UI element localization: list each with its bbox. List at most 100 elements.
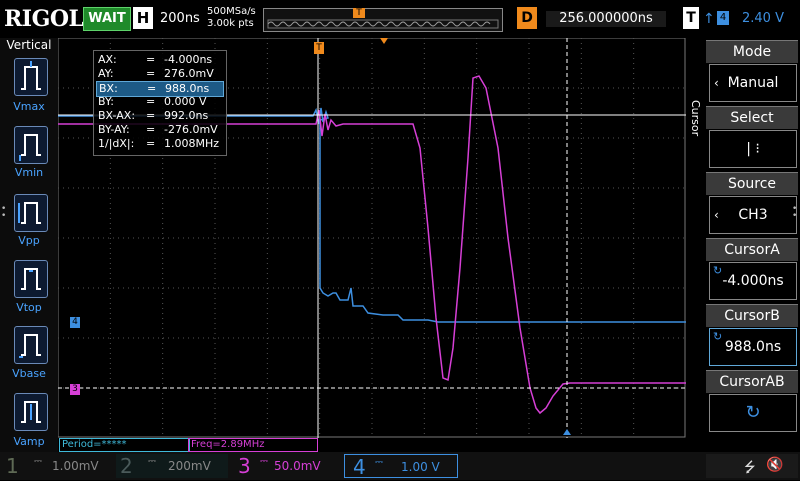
measurement-bar: Period=***** Freq=2.89MHz xyxy=(58,438,686,452)
usb-icon: ⭍ xyxy=(744,460,756,476)
trigger-position-icon xyxy=(380,38,388,44)
source-value-text: CH3 xyxy=(738,207,768,223)
vamp-label: Vamp xyxy=(13,435,45,448)
cursor-a-value[interactable]: ↻ -4.000ns xyxy=(709,262,797,300)
mode-value[interactable]: ‹ Manual xyxy=(709,64,797,102)
overview-waveform-icon xyxy=(267,19,499,29)
channel-3-number: 3 xyxy=(238,454,251,478)
channel-1-number: 1 xyxy=(6,454,19,478)
readout-label: BY: xyxy=(98,95,114,108)
readout-value: 992.0ns xyxy=(164,109,209,122)
ch3-offset-marker[interactable]: 3 xyxy=(70,384,80,395)
knob-rotate-icon: ↻ xyxy=(713,330,723,343)
readout-eq: = xyxy=(146,53,156,66)
channel-2-tab[interactable]: 2 ⎓ 200mV xyxy=(116,454,228,478)
vpp-icon xyxy=(18,202,41,224)
source-value[interactable]: ‹ CH3 xyxy=(709,196,797,234)
speaker-mute-icon[interactable]: 🔇 xyxy=(766,457,783,473)
cursor-ab-title: CursorAB xyxy=(706,370,798,393)
sidebar-title: Vertical xyxy=(6,38,52,52)
readout-eq: = xyxy=(146,123,156,136)
vpp-button[interactable] xyxy=(14,194,48,232)
cursor-readout-panel: AX: = -4.000ns AY: = 276.0mV BX: = 988.0… xyxy=(93,50,227,156)
vmin-button[interactable] xyxy=(14,126,48,164)
channel-2-scale: 200mV xyxy=(168,459,211,473)
trigger-source[interactable]: 4 xyxy=(717,11,729,25)
sample-rate: 500MSa/s xyxy=(207,6,256,17)
readout-row: BX-AX: = 992.0ns xyxy=(98,109,226,123)
cursor-ab-value[interactable]: ↻ xyxy=(709,394,797,432)
select-title: Select xyxy=(706,106,798,129)
readout-value: -4.000ns xyxy=(164,53,213,66)
chevron-left-icon: ‹ xyxy=(714,208,719,222)
vtop-label: Vtop xyxy=(16,301,42,314)
cursor-a-section[interactable]: CursorA ↻ -4.000ns xyxy=(706,238,800,300)
channel-3-scale: 50.0mV xyxy=(274,459,321,473)
delay-value[interactable]: 256.000000ns xyxy=(546,11,666,27)
vmin-label: Vmin xyxy=(14,166,44,179)
readout-label: BX-AX: xyxy=(98,109,136,122)
timebase-value[interactable]: 200ns xyxy=(160,11,200,26)
readout-row: AX: = -4.000ns xyxy=(98,53,226,67)
trigger-label: T xyxy=(683,7,699,29)
acquisition-info: 500MSa/s 3.00k pts xyxy=(207,6,256,30)
dc-coupling-icon: ⎓ xyxy=(148,456,156,467)
readout-label: BX: xyxy=(99,82,118,95)
delay-label: D xyxy=(517,7,537,29)
select-section[interactable]: Select | ⁝ xyxy=(706,106,800,168)
channel-bar: 1 ⎓ 1.00mV 2 ⎓ 200mV 3 ⎓ 50.0mV 4 ⎓ 1.00… xyxy=(0,452,800,480)
readout-eq: = xyxy=(146,137,156,150)
mode-section[interactable]: Mode ‹ Manual xyxy=(706,40,800,102)
vtop-button[interactable] xyxy=(14,260,48,298)
ch4-offset-marker[interactable]: 4 xyxy=(70,317,80,328)
channel-3-tab[interactable]: 3 ⎓ 50.0mV xyxy=(230,454,342,478)
rigol-logo: RIGOL xyxy=(4,6,84,32)
source-section[interactable]: Source ‹ CH3 xyxy=(706,172,800,234)
cursor-ab-section[interactable]: CursorAB ↻ xyxy=(706,370,800,432)
period-measurement[interactable]: Period=***** xyxy=(59,438,190,452)
trigger-time-marker[interactable]: T xyxy=(314,42,324,54)
vpp-label: Vpp xyxy=(18,234,40,247)
cursor-b-handle-icon[interactable] xyxy=(563,429,571,435)
menu-tab-cursor[interactable]: Cursor xyxy=(686,78,702,158)
waveform-overview-bar[interactable]: T xyxy=(263,8,503,32)
measurement-sidebar: Vertical Vmax Vmin Vpp Vtop Vbase Vamp •… xyxy=(0,38,58,452)
run-status-badge: WAIT xyxy=(83,7,131,31)
vtop-icon xyxy=(21,268,41,290)
mode-title: Mode xyxy=(706,40,798,63)
trigger-edge-icon: ↑ xyxy=(703,11,715,27)
readout-eq: = xyxy=(147,82,157,95)
readout-row: 1/|dX|: = 1.008MHz xyxy=(98,137,226,151)
readout-row: AY: = 276.0mV xyxy=(98,67,226,81)
cursor-b-value-text: 988.0ns xyxy=(724,339,782,355)
vamp-button[interactable] xyxy=(14,393,48,431)
overview-trigger-marker: T xyxy=(353,8,365,18)
source-title: Source xyxy=(706,172,798,195)
readout-eq: = xyxy=(146,67,156,80)
readout-value: 1.008MHz xyxy=(164,137,220,150)
vmin-icon xyxy=(19,134,41,161)
channel-4-tab[interactable]: 4 ⎓ 1.00 V xyxy=(344,454,458,479)
channel-1-tab[interactable]: 1 ⎓ 1.00mV xyxy=(2,454,114,478)
horizontal-label: H xyxy=(133,7,153,29)
top-status-bar: RIGOL WAIT H 200ns 500MSa/s 3.00k pts T … xyxy=(0,0,800,38)
scroll-dots-left: • • xyxy=(1,204,7,221)
vamp-icon xyxy=(21,401,41,423)
chevron-left-icon: ‹ xyxy=(714,76,719,90)
trigger-level[interactable]: 2.40 V xyxy=(742,11,784,26)
vmax-button[interactable] xyxy=(14,58,48,96)
cursor-b-value[interactable]: ↻ 988.0ns xyxy=(709,328,797,366)
readout-label: BY-AY: xyxy=(98,123,130,136)
readout-label: 1/|dX|: xyxy=(98,137,135,150)
frequency-measurement[interactable]: Freq=2.89MHz xyxy=(188,438,318,452)
vbase-button[interactable] xyxy=(14,326,48,364)
readout-value: -276.0mV xyxy=(164,123,218,136)
knob-rotate-icon: ↻ xyxy=(713,264,723,277)
system-status-area: ⭍ 🔇 xyxy=(706,454,798,478)
vbase-label: Vbase xyxy=(12,367,46,380)
cursor-b-section[interactable]: CursorB ↻ 988.0ns xyxy=(706,304,800,366)
readout-label: AY: xyxy=(98,67,114,80)
channel-1-scale: 1.00mV xyxy=(52,459,99,473)
select-value[interactable]: | ⁝ xyxy=(709,130,797,168)
knob-rotate-icon: ↻ xyxy=(745,402,761,423)
